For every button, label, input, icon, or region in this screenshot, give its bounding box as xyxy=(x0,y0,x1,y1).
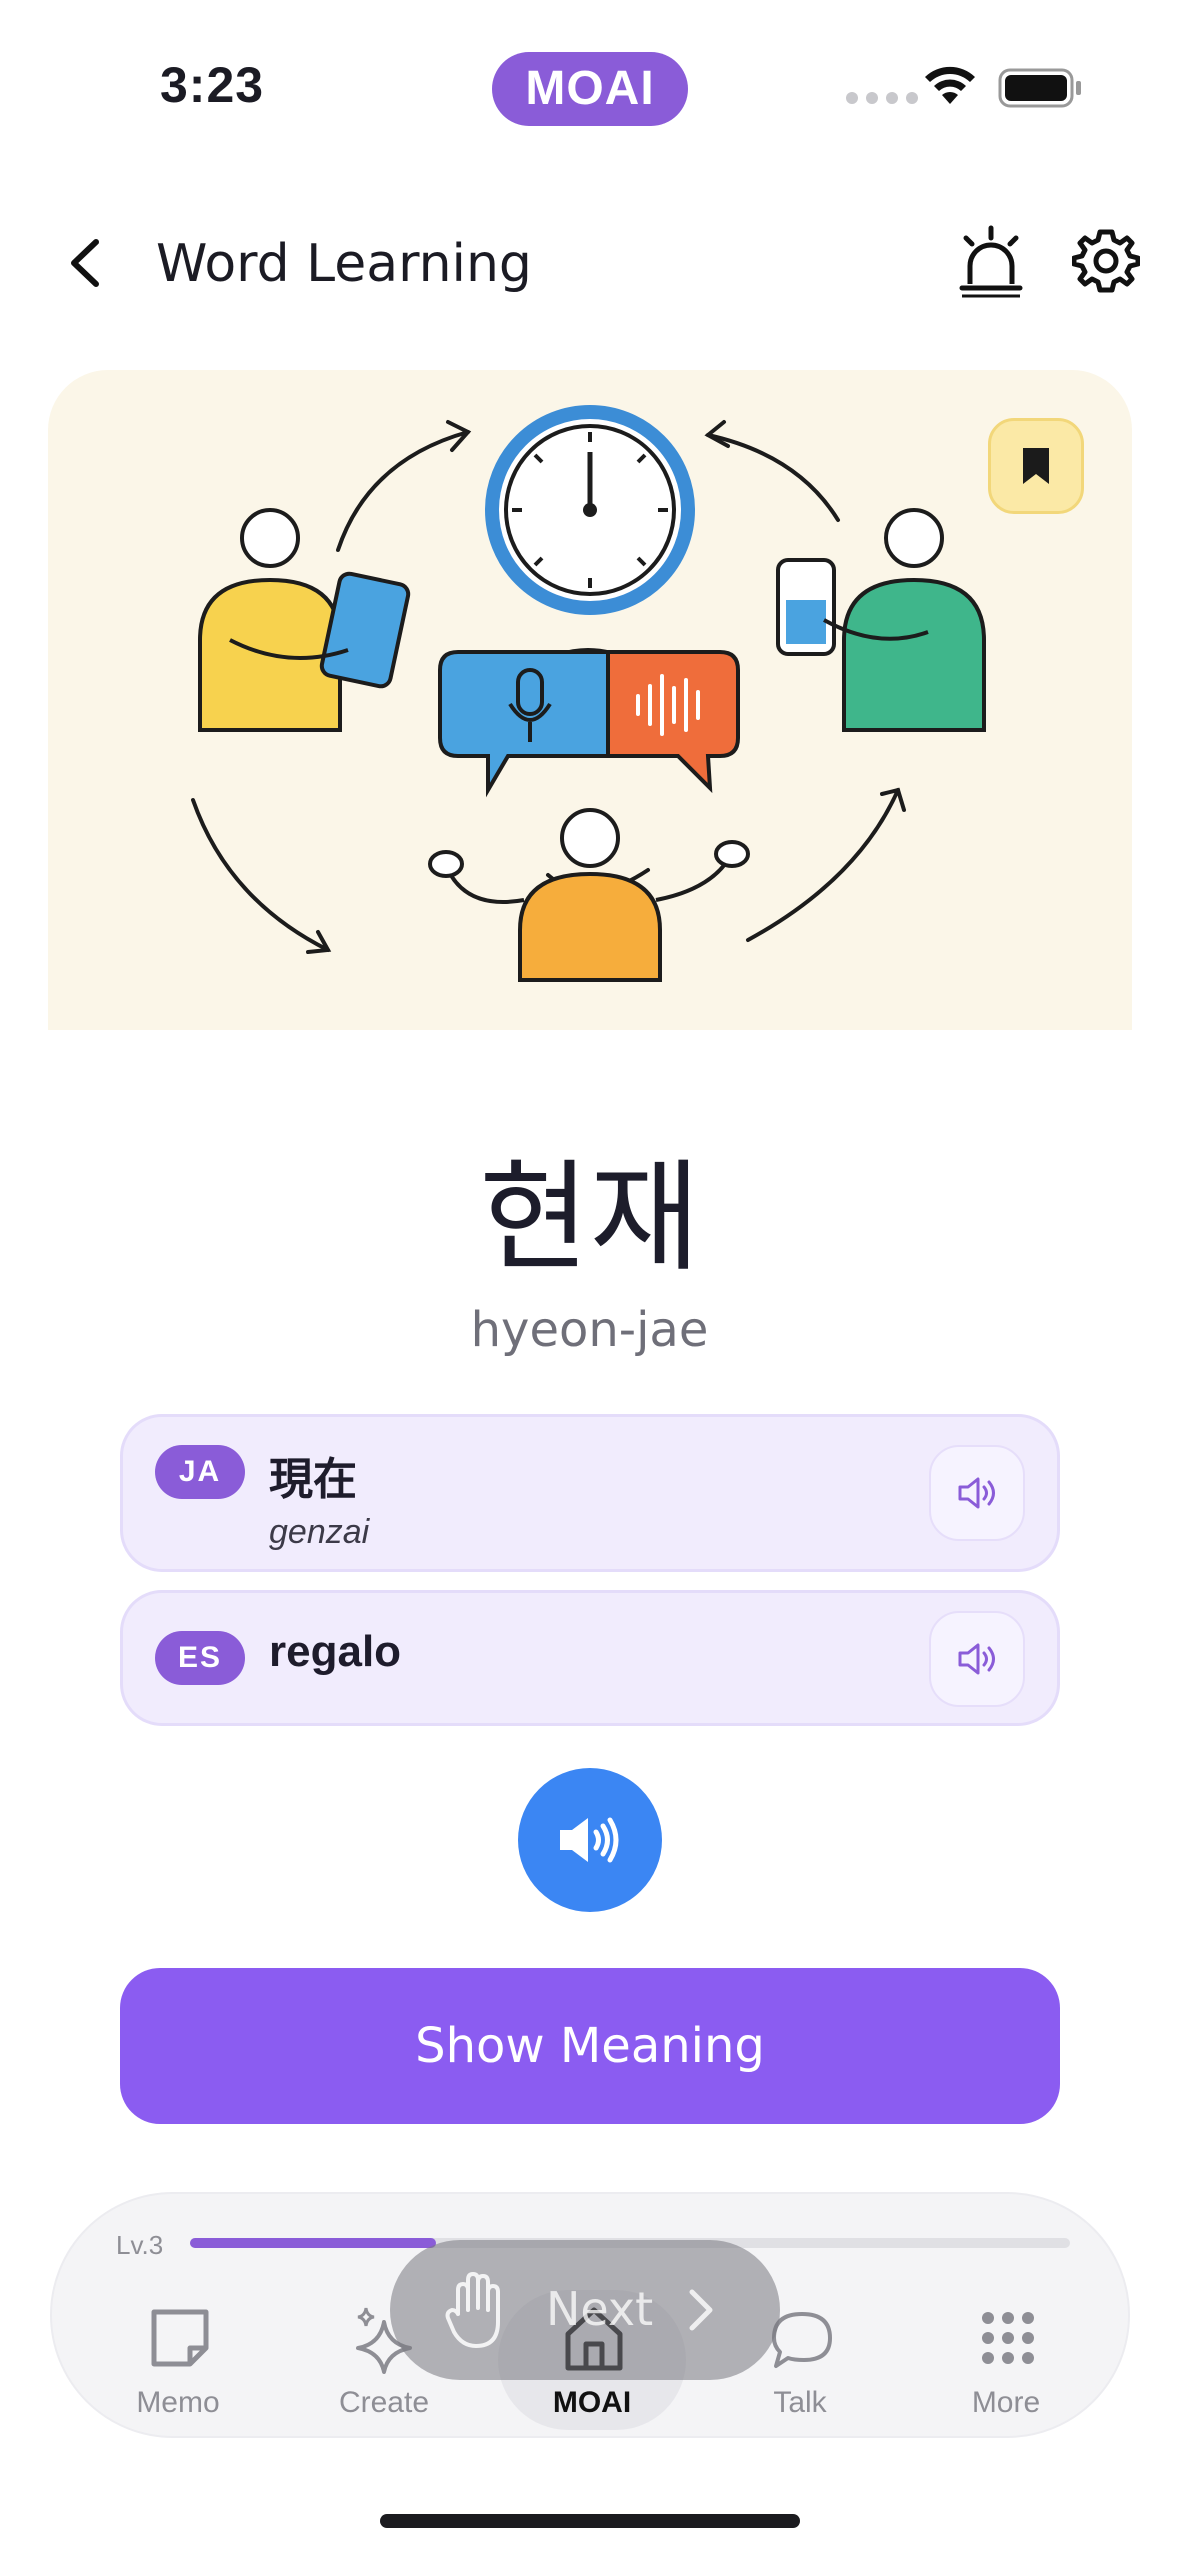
translation-card-ja: JA 現在 genzai xyxy=(120,1414,1060,1572)
lang-badge-es: ES xyxy=(155,1631,245,1685)
chevron-right-icon xyxy=(689,2289,713,2331)
hand-icon xyxy=(445,2272,500,2348)
nav-label: Talk xyxy=(773,2386,827,2419)
word-illustration xyxy=(48,370,1132,1030)
battery-icon xyxy=(998,68,1081,108)
level-progress-fill xyxy=(190,2238,437,2248)
nav-label: Create xyxy=(338,2386,430,2419)
next-button[interactable]: Next xyxy=(390,2240,780,2380)
memo-icon xyxy=(151,2309,209,2367)
translation-text-ja: 現在 xyxy=(269,1455,357,1504)
show-meaning-button[interactable]: Show Meaning xyxy=(120,1968,1060,2124)
speaker-icon xyxy=(958,1643,995,1675)
level-label: Lv.3 xyxy=(116,2230,164,2260)
page-title: Word Learning xyxy=(156,234,532,294)
next-label: Next xyxy=(546,2282,654,2336)
bookmark-button[interactable] xyxy=(988,418,1084,514)
speaker-icon xyxy=(958,1477,995,1509)
lang-badge-ja: JA xyxy=(155,1445,245,1499)
alarm-icon[interactable] xyxy=(956,222,1026,302)
wifi-icon xyxy=(925,66,975,104)
translation-reading-ja: genzai xyxy=(269,1513,370,1551)
translation-card-es: ES regalo xyxy=(120,1590,1060,1726)
illustration-image xyxy=(191,405,986,982)
nav-label: More xyxy=(971,2386,1041,2419)
home-indicator xyxy=(380,2514,800,2528)
nav-more[interactable]: More xyxy=(916,2294,1096,2424)
word-hangul: 현재 xyxy=(479,1149,700,1288)
nav-label: Memo xyxy=(136,2386,220,2419)
play-ja-audio-button[interactable] xyxy=(929,1445,1025,1541)
status-bar: 3:23 MOAI xyxy=(0,0,1179,170)
bookmark-icon xyxy=(1023,448,1049,484)
translation-text-es: regalo xyxy=(269,1627,402,1676)
brand-logo: MOAI xyxy=(492,52,688,126)
cellular-signal-icon xyxy=(846,92,918,104)
grid-dots-icon xyxy=(982,2312,1034,2364)
status-time: 3:23 xyxy=(160,57,265,113)
play-es-audio-button[interactable] xyxy=(929,1611,1025,1707)
nav-label: MOAI xyxy=(552,2386,632,2419)
speaker-loud-icon xyxy=(560,1817,619,1863)
nav-memo[interactable]: Memo xyxy=(88,2294,268,2424)
header: Word Learning xyxy=(0,210,1179,310)
back-button[interactable] xyxy=(56,228,116,298)
play-word-audio-button[interactable] xyxy=(518,1768,662,1912)
settings-gear-icon[interactable] xyxy=(1072,226,1140,294)
word-romanization: hyeon-jae xyxy=(470,1302,709,1358)
